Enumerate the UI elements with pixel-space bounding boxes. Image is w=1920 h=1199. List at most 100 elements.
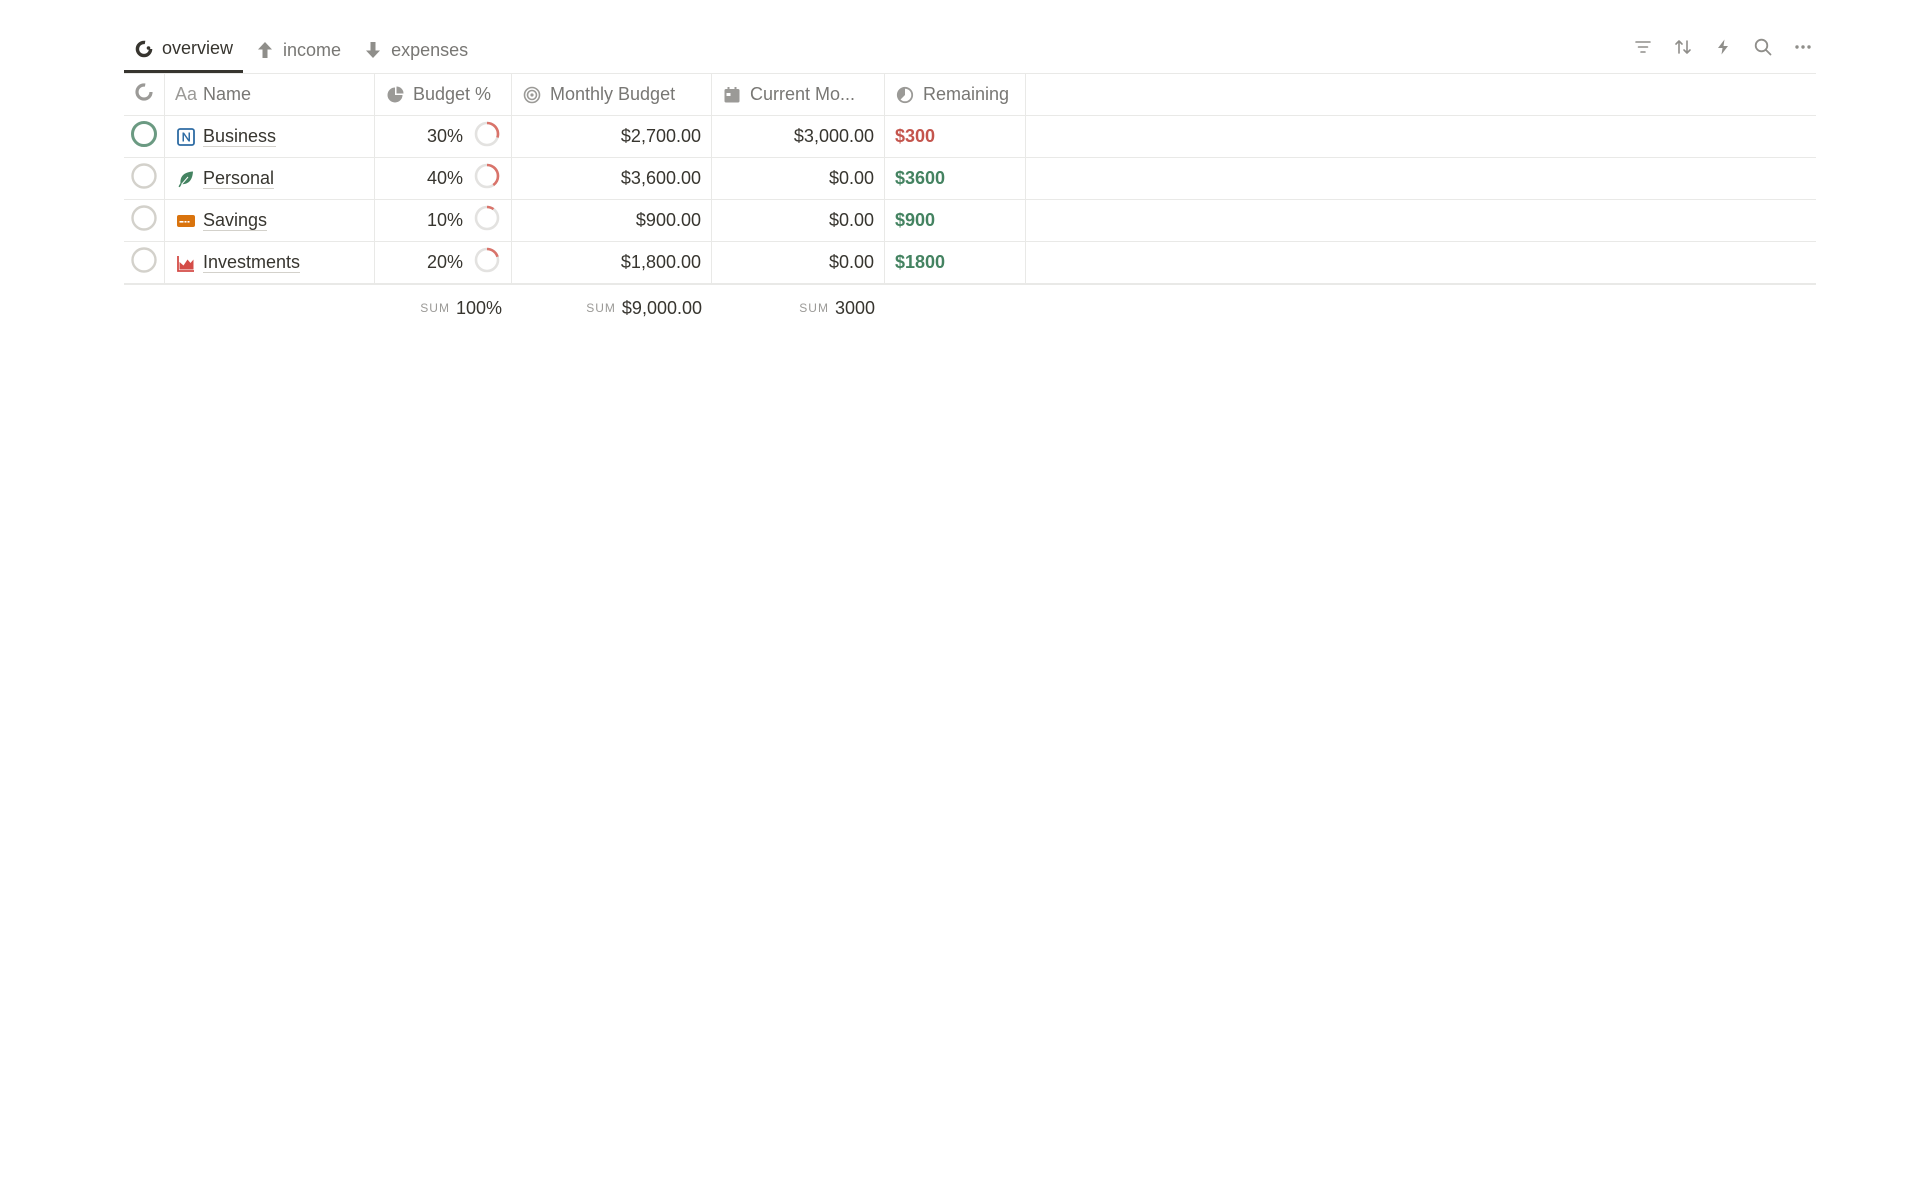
- monthly-budget-cell[interactable]: $900.00: [512, 200, 712, 241]
- notion-logo-icon: [175, 126, 197, 148]
- tab-label: income: [283, 39, 342, 60]
- budget-pct-sum[interactable]: SUM 100%: [375, 285, 512, 331]
- monthly-budget-cell[interactable]: $1,800.00: [512, 242, 712, 283]
- remaining-column-header[interactable]: Remaining: [885, 74, 1026, 115]
- tab-income[interactable]: income: [245, 27, 351, 73]
- remaining-cell[interactable]: $3600: [885, 158, 1026, 199]
- name-cell[interactable]: Savings: [165, 200, 375, 241]
- monthly-budget-cell[interactable]: $3,600.00: [512, 158, 712, 199]
- tab-expenses[interactable]: expenses: [353, 27, 478, 73]
- monthly-budget-value: $2,700.00: [620, 126, 701, 146]
- row-filler: [1026, 158, 1816, 199]
- monthly-budget-value: $3,600.00: [620, 168, 701, 188]
- name-cell[interactable]: Business: [165, 116, 375, 157]
- sum-value: $9,000.00: [621, 297, 702, 318]
- monthly-budget-sum[interactable]: SUM $9,000.00: [512, 285, 712, 331]
- status-cell[interactable]: [124, 116, 165, 157]
- table-row[interactable]: Savings 10% $900.00 $0.00 $900: [124, 200, 1816, 242]
- remaining-cell[interactable]: $1800: [885, 242, 1026, 283]
- pie-chart-icon: [134, 39, 154, 59]
- budget-pct-cell[interactable]: 30%: [375, 116, 512, 157]
- progress-ring: [473, 120, 501, 153]
- remaining-column-label: Remaining: [923, 84, 1010, 104]
- current-month-cell[interactable]: $0.00: [712, 200, 885, 241]
- monthly-budget-column-header[interactable]: Monthly Budget: [512, 74, 712, 115]
- table-row[interactable]: Business 30% $2,700.00 $3,000.00 $300: [124, 116, 1816, 158]
- row-name[interactable]: Personal: [203, 168, 275, 189]
- status-column-header[interactable]: [124, 74, 165, 115]
- text-property-icon: Aa: [175, 84, 198, 104]
- monthly-budget-value: $900.00: [635, 210, 701, 230]
- remaining-cell[interactable]: $900: [885, 200, 1026, 241]
- footer-spacer: [124, 285, 165, 331]
- current-month-value: $0.00: [828, 210, 874, 230]
- credit-card-icon: [175, 210, 197, 232]
- budget-pct-column-header[interactable]: Budget %: [375, 74, 512, 115]
- name-column-label: Name: [203, 84, 252, 104]
- name-column-header[interactable]: Aa Name: [165, 74, 375, 115]
- row-name[interactable]: Savings: [203, 210, 268, 231]
- current-month-column-label: Current Mo...: [750, 84, 856, 104]
- automation-bolt-icon[interactable]: [1710, 34, 1736, 60]
- status-cell[interactable]: [124, 158, 165, 199]
- sum-label: SUM: [799, 301, 829, 315]
- row-filler: [1026, 200, 1816, 241]
- sort-icon[interactable]: [1670, 34, 1696, 60]
- clock-pie-icon: [895, 85, 915, 105]
- status-ring-icon[interactable]: [130, 162, 158, 195]
- budget-pct-cell[interactable]: 20%: [375, 242, 512, 283]
- name-cell[interactable]: Investments: [165, 242, 375, 283]
- row-name[interactable]: Investments: [203, 252, 301, 273]
- budget-pct-value: 30%: [426, 126, 463, 146]
- current-month-cell[interactable]: $0.00: [712, 158, 885, 199]
- table-row[interactable]: Investments 20% $1,800.00 $0.00 $1800: [124, 242, 1816, 284]
- remaining-value: $3600: [895, 168, 946, 188]
- pie-chart-icon: [134, 82, 154, 107]
- status-ring-icon[interactable]: [130, 246, 158, 279]
- progress-ring: [473, 246, 501, 279]
- budget-pct-cell[interactable]: 40%: [375, 158, 512, 199]
- current-month-cell[interactable]: $0.00: [712, 242, 885, 283]
- monthly-budget-value: $1,800.00: [620, 252, 701, 272]
- more-icon[interactable]: [1790, 34, 1816, 60]
- budget-pct-value: 20%: [426, 252, 463, 272]
- current-month-cell[interactable]: $3,000.00: [712, 116, 885, 157]
- progress-ring: [473, 162, 501, 195]
- filter-icon[interactable]: [1630, 34, 1656, 60]
- table-header: Aa Name Budget % Monthly Budget Current: [124, 74, 1816, 116]
- area-chart-icon: [175, 252, 197, 274]
- name-cell[interactable]: Personal: [165, 158, 375, 199]
- current-month-value: $0.00: [828, 168, 874, 188]
- row-name[interactable]: Business: [203, 126, 277, 147]
- budget-table: Aa Name Budget % Monthly Budget Current: [124, 73, 1816, 331]
- budget-pct-cell[interactable]: 10%: [375, 200, 512, 241]
- status-cell[interactable]: [124, 242, 165, 283]
- table-row[interactable]: Personal 40% $3,600.00 $0.00 $3600: [124, 158, 1816, 200]
- current-month-value: $0.00: [828, 252, 874, 272]
- monthly-budget-column-label: Monthly Budget: [550, 84, 676, 104]
- calendar-icon: [722, 85, 742, 105]
- view-tabs: overview income expenses: [124, 27, 1816, 73]
- sum-value: 3000: [834, 297, 875, 318]
- current-month-column-header[interactable]: Current Mo...: [712, 74, 885, 115]
- search-icon[interactable]: [1750, 34, 1776, 60]
- table-footer: SUM 100% SUM $9,000.00 SUM 3000: [124, 284, 1816, 331]
- row-filler: [1026, 242, 1816, 283]
- monthly-budget-cell[interactable]: $2,700.00: [512, 116, 712, 157]
- status-cell[interactable]: [124, 200, 165, 241]
- tab-label: overview: [162, 38, 234, 58]
- budget-pct-column-label: Budget %: [413, 84, 492, 104]
- header-filler: [1026, 74, 1816, 115]
- arrow-down-icon: [363, 40, 383, 60]
- sum-label: SUM: [586, 301, 616, 315]
- sum-value: 100%: [455, 297, 502, 318]
- status-ring-icon[interactable]: [130, 120, 158, 153]
- current-month-sum[interactable]: SUM 3000: [712, 285, 885, 331]
- row-filler: [1026, 116, 1816, 157]
- tab-overview[interactable]: overview: [124, 27, 244, 73]
- remaining-cell[interactable]: $300: [885, 116, 1026, 157]
- view-tabbar: overview income expenses: [124, 27, 1816, 73]
- remaining-value: $1800: [895, 252, 946, 272]
- budget-pct-value: 40%: [426, 168, 463, 188]
- status-ring-icon[interactable]: [130, 204, 158, 237]
